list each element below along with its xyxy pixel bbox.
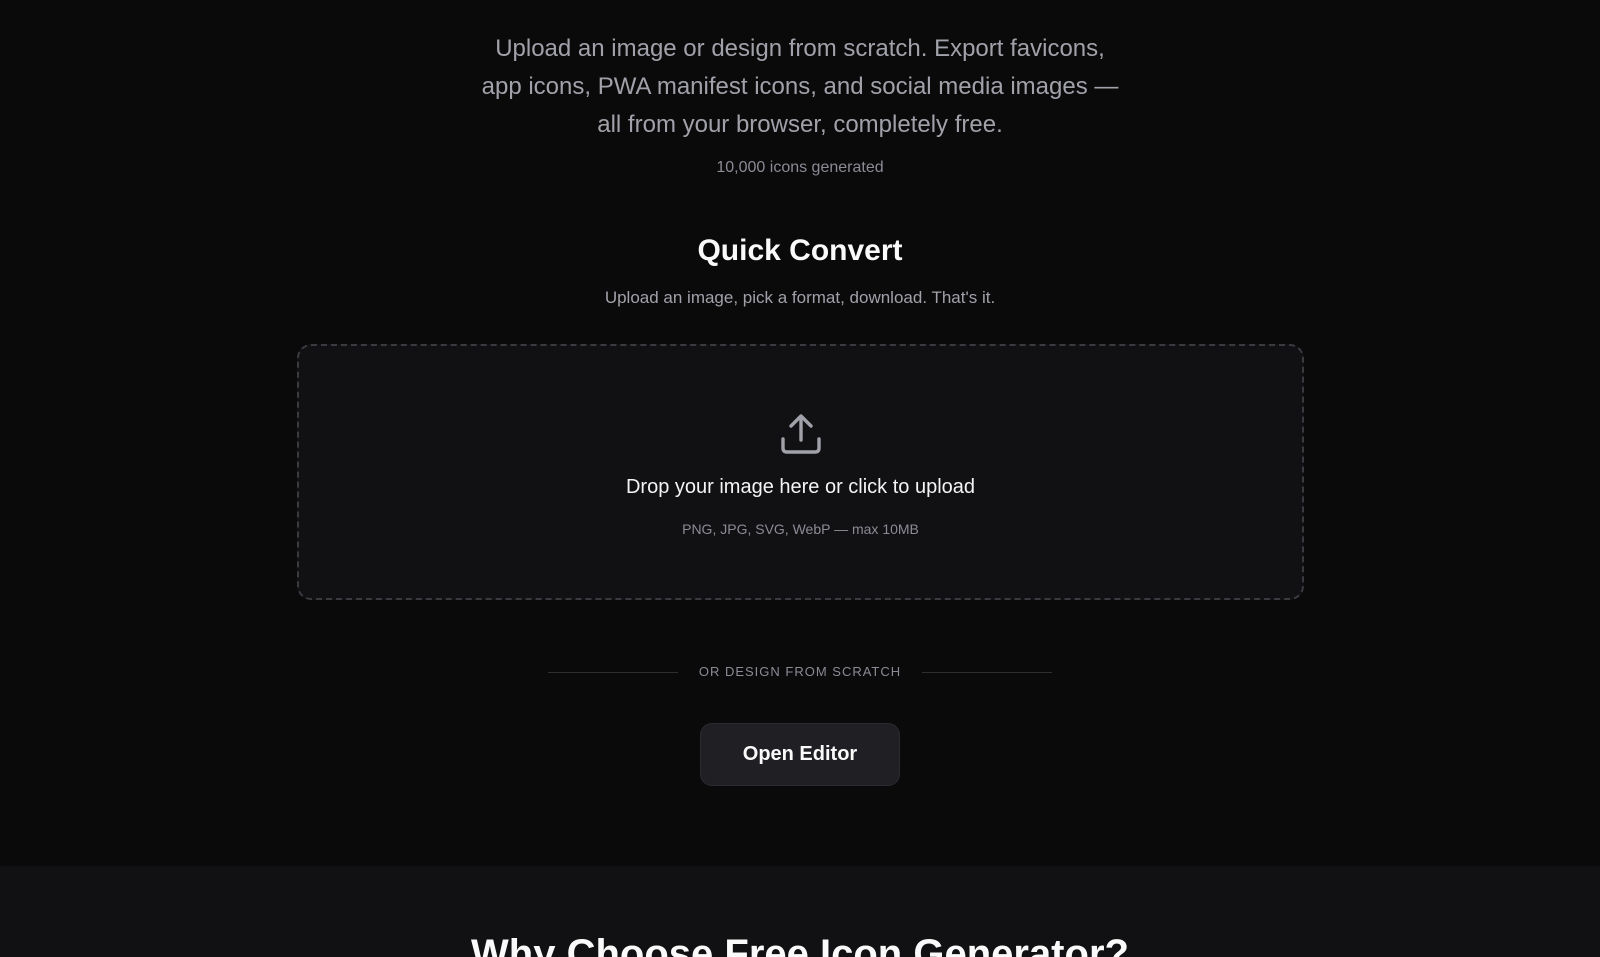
quick-convert-title: Quick Convert [697, 234, 903, 267]
hero-description: Upload an image or design from scratch. … [400, 30, 1200, 144]
divider-line [548, 672, 678, 673]
dropzone-title: Drop your image here or click to upload [625, 476, 976, 498]
open-editor-button[interactable]: Open Editor [700, 723, 900, 786]
upload-dropzone[interactable]: Drop your image here or click to upload … [297, 344, 1304, 600]
quick-convert-subtitle: Upload an image, pick a format, download… [604, 288, 996, 307]
or-divider: OR DESIGN FROM SCRATCH [548, 662, 1052, 682]
upload-icon [781, 414, 821, 454]
why-choose-section: Why Choose Free Icon Generator? [0, 866, 1600, 957]
dropzone-file-types: PNG, JPG, SVG, WebP — max 10MB [682, 521, 919, 537]
hero-description-line: app icons, PWA manifest icons, and socia… [481, 73, 1119, 100]
divider-line [922, 672, 1052, 673]
icons-generated-count: 10,000 icons generated [716, 159, 884, 176]
hero-description-line: Upload an image or design from scratch. … [495, 35, 1105, 62]
why-choose-heading: Why Choose Free Icon Generator? [471, 932, 1129, 957]
divider-label: OR DESIGN FROM SCRATCH [698, 664, 902, 679]
hero-description-line: all from your browser, completely free. [597, 111, 1003, 138]
hero-section: Upload an image or design from scratch. … [0, 0, 1600, 866]
